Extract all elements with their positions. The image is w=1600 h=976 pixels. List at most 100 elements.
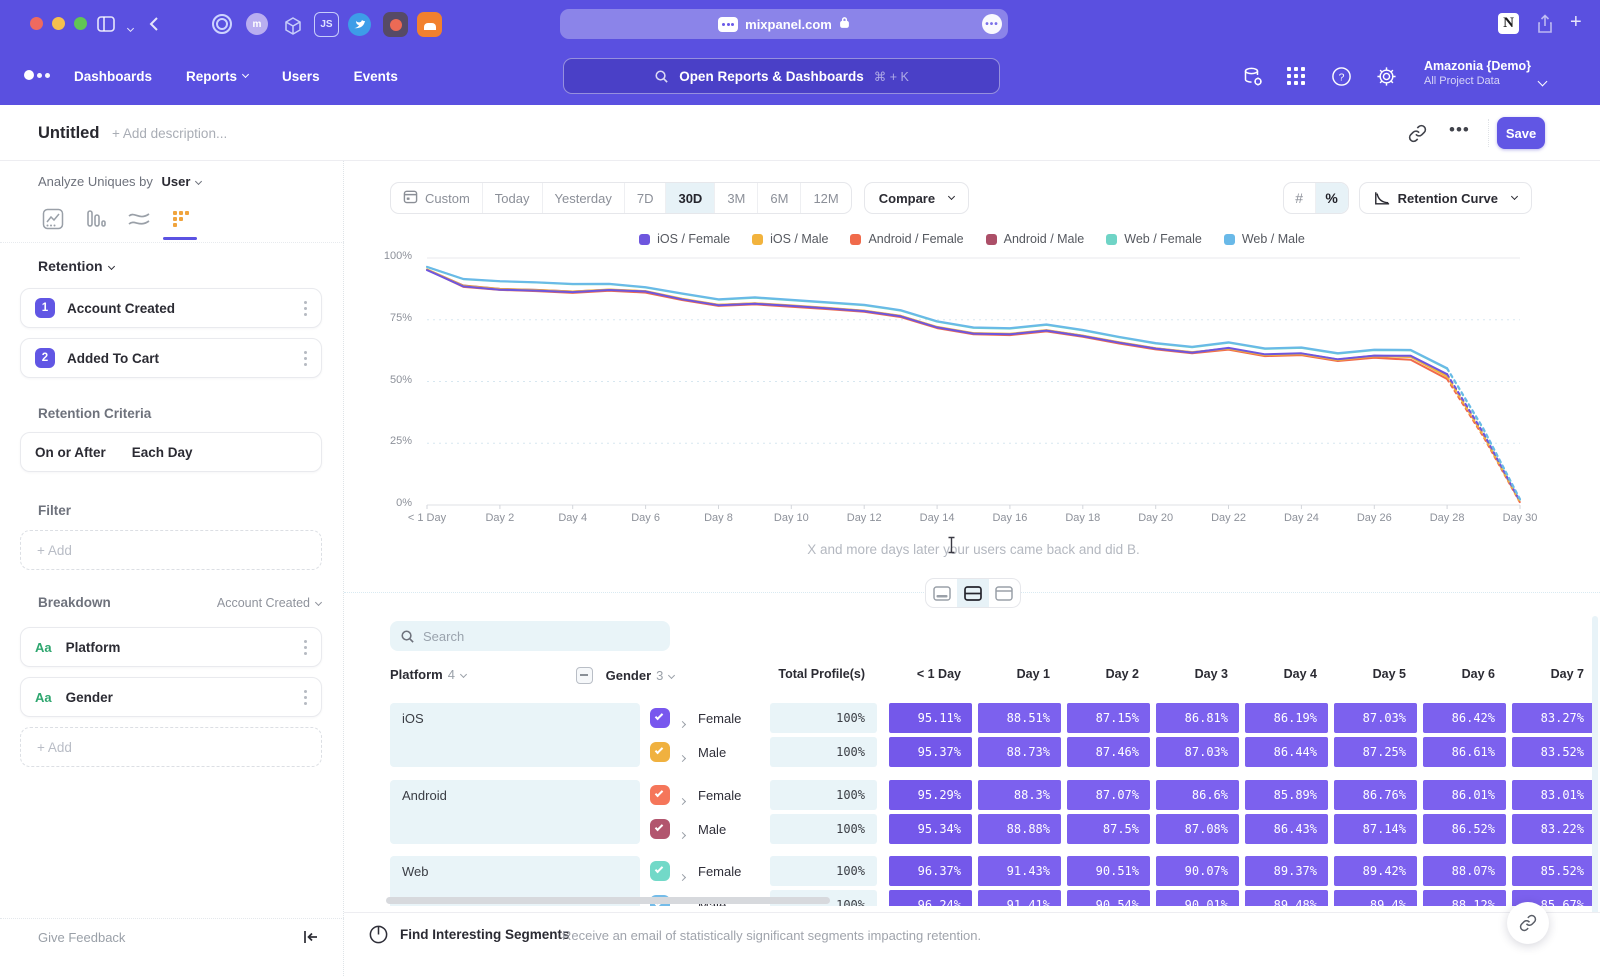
cube-extension-icon[interactable]: [280, 13, 305, 38]
nav-item-dashboards[interactable]: Dashboards: [74, 69, 152, 84]
global-search[interactable]: Open Reports & Dashboards ⌘ + K: [563, 58, 1000, 94]
gender-checkbox-android-female[interactable]: [650, 785, 670, 805]
legend-item-android-female[interactable]: Android / Female: [850, 232, 963, 246]
collapse-sidebar-icon[interactable]: [302, 929, 319, 950]
browser-sidebar-icon[interactable]: [96, 14, 116, 39]
back-icon[interactable]: [146, 14, 164, 39]
circle-extension-icon[interactable]: [212, 14, 232, 34]
day-column-header[interactable]: Day 7: [1512, 667, 1595, 681]
gender-checkbox-web-female[interactable]: [650, 861, 670, 881]
filter-add-button[interactable]: + Add: [20, 530, 322, 570]
legend-item-ios-female[interactable]: iOS / Female: [639, 232, 730, 246]
horizontal-scrollbar[interactable]: [386, 897, 830, 904]
traffic-light-close[interactable]: [30, 17, 43, 30]
day-column-header[interactable]: Day 1: [978, 667, 1061, 681]
gender-checkbox-android-male[interactable]: [650, 819, 670, 839]
table-search[interactable]: [390, 621, 670, 651]
tab-retention-active[interactable]: [170, 208, 194, 232]
gender-column-header[interactable]: Gender3: [576, 667, 674, 684]
split-view-toggle[interactable]: [957, 579, 988, 607]
breakdown-item-platform[interactable]: Aa Platform: [20, 627, 322, 667]
copy-link-icon[interactable]: [1408, 124, 1427, 148]
day-column-header[interactable]: Day 6: [1423, 667, 1506, 681]
bird-extension-icon[interactable]: [348, 13, 371, 36]
date-range-3m[interactable]: 3M: [715, 183, 758, 213]
legend-item-web-female[interactable]: Web / Female: [1106, 232, 1202, 246]
date-range-custom[interactable]: Custom: [391, 183, 483, 213]
criteria-interval[interactable]: Each Day: [132, 445, 193, 460]
kebab-menu-icon[interactable]: [304, 307, 307, 310]
analyze-uniques-row[interactable]: Analyze Uniques by User: [38, 174, 201, 189]
legend-item-android-male[interactable]: Android / Male: [986, 232, 1085, 246]
site-settings-icon[interactable]: •••: [982, 14, 1002, 34]
kebab-menu-icon[interactable]: [304, 696, 307, 699]
compare-button[interactable]: Compare: [864, 182, 969, 214]
date-range-30d[interactable]: 30D: [666, 183, 715, 213]
criteria-card[interactable]: On or After Each Day: [20, 432, 322, 472]
analyze-value[interactable]: User: [162, 174, 191, 189]
breakdown-item-gender[interactable]: Aa Gender: [20, 677, 322, 717]
project-switcher[interactable]: Amazonia {Demo} All Project Data: [1424, 59, 1528, 87]
gender-checkbox-ios-male[interactable]: [650, 742, 670, 762]
report-title[interactable]: Untitled: [38, 124, 99, 143]
orange-extension-icon[interactable]: [417, 12, 442, 37]
indeterminate-checkbox[interactable]: [576, 667, 593, 684]
red-extension-icon[interactable]: [383, 12, 408, 37]
legend-item-web-male[interactable]: Web / Male: [1224, 232, 1305, 246]
total-profiles-header[interactable]: Total Profile(s): [770, 667, 877, 681]
share-icon[interactable]: [1536, 14, 1554, 39]
date-range-today[interactable]: Today: [483, 183, 543, 213]
platform-group-cell-ios[interactable]: iOS: [390, 703, 640, 767]
breakdown-add-button[interactable]: + Add: [20, 727, 322, 767]
retention-step-1[interactable]: 1 Account Created: [20, 288, 322, 328]
table-search-input[interactable]: [423, 629, 643, 644]
retention-step-2[interactable]: 2 Added To Cart: [20, 338, 322, 378]
address-bar[interactable]: mixpanel.com •••: [560, 9, 1008, 39]
mixpanel-logo[interactable]: [24, 70, 50, 80]
nav-item-events[interactable]: Events: [354, 69, 398, 84]
criteria-condition[interactable]: On or After: [35, 445, 106, 460]
settings-gear-icon[interactable]: [1376, 66, 1397, 92]
retention-section-header[interactable]: Retention: [38, 258, 114, 274]
date-range-yesterday[interactable]: Yesterday: [543, 183, 625, 213]
day-column-header[interactable]: Day 2: [1067, 667, 1150, 681]
js-extension-icon[interactable]: JS: [314, 12, 339, 37]
share-link-button[interactable]: [1507, 902, 1549, 944]
row-expand-icon[interactable]: [680, 748, 685, 766]
kebab-menu-icon[interactable]: [304, 646, 307, 649]
chart-type-selector[interactable]: Retention Curve: [1359, 182, 1532, 214]
project-chevron-icon[interactable]: [1533, 74, 1546, 92]
gender-checkbox-ios-female[interactable]: [650, 708, 670, 728]
new-tab-icon[interactable]: +: [1570, 11, 1582, 34]
row-expand-icon[interactable]: [680, 825, 685, 843]
day-column-header[interactable]: Day 5: [1334, 667, 1417, 681]
nav-item-users[interactable]: Users: [282, 69, 320, 84]
traffic-light-zoom[interactable]: [74, 17, 87, 30]
find-segments-title[interactable]: Find Interesting Segments: [400, 927, 570, 942]
percent-values-toggle[interactable]: %: [1316, 183, 1348, 213]
help-icon[interactable]: ?: [1331, 66, 1352, 92]
add-description[interactable]: + Add description...: [112, 126, 227, 141]
row-expand-icon[interactable]: [680, 714, 685, 732]
row-expand-icon[interactable]: [680, 867, 685, 885]
nav-item-reports[interactable]: Reports: [186, 69, 248, 84]
platform-column-header[interactable]: Platform4: [390, 667, 466, 682]
date-range-6m[interactable]: 6M: [758, 183, 801, 213]
data-management-icon[interactable]: [1242, 66, 1264, 93]
day-column-header[interactable]: < 1 Day: [889, 667, 972, 681]
tab-insights[interactable]: [42, 208, 66, 232]
row-expand-icon[interactable]: [680, 791, 685, 809]
day-column-header[interactable]: Day 3: [1156, 667, 1239, 681]
breakdown-scope-selector[interactable]: Account Created: [217, 596, 321, 610]
save-button[interactable]: Save: [1497, 117, 1545, 149]
legend-item-ios-male[interactable]: iOS / Male: [752, 232, 828, 246]
more-options-icon[interactable]: •••: [1449, 120, 1470, 140]
tab-funnels[interactable]: [84, 208, 108, 232]
date-range-7d[interactable]: 7D: [625, 183, 667, 213]
chart-only-toggle[interactable]: [926, 579, 957, 607]
absolute-values-toggle[interactable]: #: [1284, 183, 1316, 213]
avatar-extension-icon[interactable]: m: [246, 13, 268, 35]
give-feedback-link[interactable]: Give Feedback: [38, 930, 125, 945]
tab-flows[interactable]: [127, 208, 151, 232]
apps-grid-icon[interactable]: [1286, 66, 1306, 91]
